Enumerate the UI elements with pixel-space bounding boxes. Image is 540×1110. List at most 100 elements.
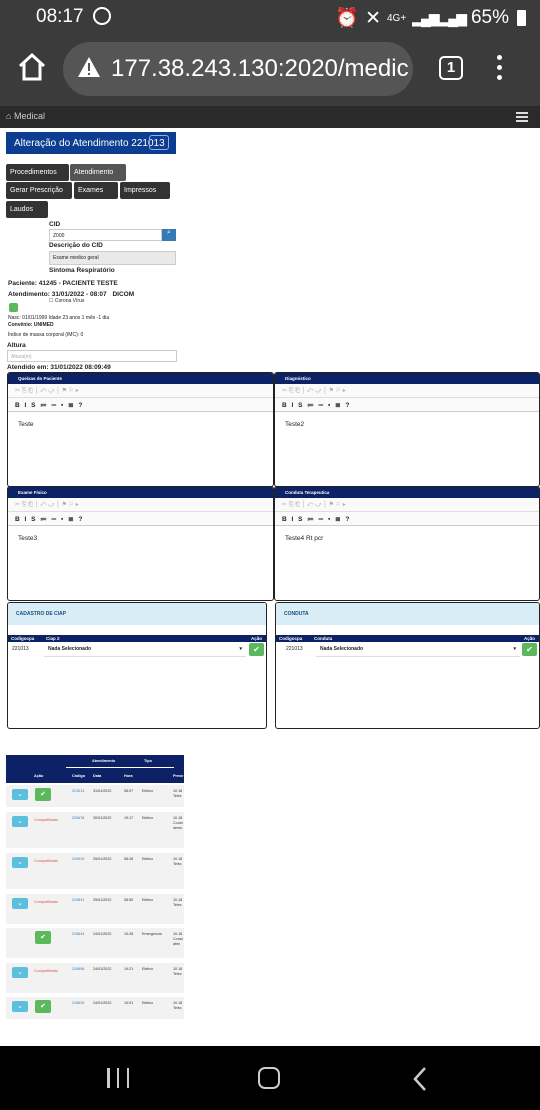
select-button[interactable]: ✔	[35, 931, 51, 944]
expand-button[interactable]: ⌄	[12, 857, 28, 868]
ciap-col-acao: Ação	[250, 636, 262, 641]
exames-button[interactable]: Exames	[74, 182, 118, 199]
gerar-prescricao-button[interactable]: Gerar Prescrição	[6, 182, 72, 199]
table-row: ⌄ Compartilhado 219841 25/01/2022 08:50 Eleti…	[6, 894, 184, 924]
ciap-section-title: CADASTRO DE CIAP	[8, 603, 266, 625]
row-code[interactable]: 219919	[72, 857, 84, 861]
row-tipo: Eletivo	[142, 898, 154, 902]
dropdown-icon: ▾	[513, 646, 516, 652]
altura-label: Altura	[7, 342, 26, 349]
page-title-bar: Alteração do Atendimento 221013	[6, 132, 176, 154]
row-desc: 10.18 Telec	[173, 967, 183, 976]
sintoma-option-label: Corona Vírus	[54, 298, 85, 304]
ciap-panel: CADASTRO DE CIAP Codigocpa Ciap 2 Ação 2…	[7, 602, 267, 729]
editor-toolbar-top[interactable]: ✂ ⎘ ⎗ │ ⤺ ⤻ │ ⚑ ⚐ ▸	[8, 498, 273, 512]
editor-format-toolbar[interactable]: B I S ≔ ═ ▪ ≣ ?	[275, 398, 539, 412]
editor-format-toolbar[interactable]: B I S ≔ ═ ▪ ≣ ?	[8, 512, 273, 526]
ciap-row: 221013 Nada Selecionado ▾ ✔	[8, 642, 266, 658]
home-nav-icon[interactable]	[258, 1067, 280, 1089]
tab-procedimentos[interactable]: Procedimentos	[6, 164, 69, 181]
status-bar: 08:17 ⏰ ✕ 4G+ ▂▄▆ ▂▄▆ 65%	[0, 0, 540, 34]
expand-button[interactable]: ⌄	[12, 789, 28, 800]
recents-icon[interactable]	[107, 1068, 129, 1088]
row-code[interactable]: 219841	[72, 898, 84, 902]
row-code[interactable]: 219644	[72, 932, 84, 936]
editor-toolbar-top[interactable]: ✂ ⎘ ⎗ │ ⤺ ⤻ │ ⚑ ⚐ ▸	[275, 498, 539, 512]
editor-title: Queixas do Paciente	[8, 373, 273, 384]
app-navbar: ⌂ Medical	[0, 106, 540, 128]
status-label: Compartilhado	[34, 818, 58, 822]
row-code[interactable]: 220678	[72, 816, 84, 820]
editor-toolbar-top[interactable]: ✂ ⎘ ⎗ │ ⤺ ⤻ │ ⚑ ⚐ ▸	[275, 384, 539, 398]
table-row: ⌄ ✔ 221013 31/01/2022 08:07 Eletivo 10.18 Tele…	[6, 785, 184, 807]
ciap-save-button[interactable]: ✔	[249, 643, 264, 656]
impressos-button[interactable]: Impressos	[120, 182, 170, 199]
status-label: Compartilhado	[34, 969, 58, 973]
row-tipo: Emergencia	[142, 932, 162, 936]
editor-text[interactable]: Teste3	[8, 526, 273, 551]
hamburger-icon[interactable]	[516, 112, 528, 124]
editor-queixas: Queixas do Paciente ✂ ⎘ ⎗ │ ⤺ ⤻ │ ⚑ ⚐ ▸ …	[7, 372, 274, 487]
editor-toolbar-top[interactable]: ✂ ⎘ ⎗ │ ⤺ ⤻ │ ⚑ ⚐ ▸	[8, 384, 273, 398]
atendimento-value: 31/01/2022 - 08:07	[51, 291, 107, 298]
expand-button[interactable]: ⌄	[12, 816, 28, 827]
menu-toggle-button[interactable]	[149, 135, 169, 150]
convenio-info: Convênio: UNIMED	[8, 322, 54, 328]
brand[interactable]: Medical	[14, 111, 45, 121]
expand-button[interactable]: ⌄	[12, 967, 28, 978]
row-date: 24/01/2022	[93, 932, 112, 936]
row-desc: 10.18 Telec	[173, 789, 183, 798]
row-time: 10:28	[124, 932, 134, 936]
expand-button[interactable]: ⌄	[12, 1001, 28, 1012]
android-nav-bar	[0, 1046, 540, 1110]
row-desc: 10.18 Const aten	[173, 932, 183, 946]
expand-button[interactable]: ⌄	[12, 898, 28, 909]
sintoma-label: Sintoma Respiratório	[49, 267, 115, 274]
editor-text[interactable]: Teste2	[275, 412, 539, 437]
row-code[interactable]: 219698	[72, 967, 84, 971]
whatsapp-share-icon[interactable]	[9, 303, 18, 312]
editor-text[interactable]: Teste	[8, 412, 273, 437]
row-tipo: Eletivo	[142, 857, 154, 861]
table-row: ⌄ Compartilhado 219698 24/01/2022 19:21 Eleti…	[6, 963, 184, 993]
table-row: ⌄ Compartilhado 219919 25/01/2022 08:28 Eleti…	[6, 853, 184, 889]
cid-input[interactable]: Z000	[49, 229, 162, 241]
table-row: ✔ 219644 24/01/2022 10:28 Emergencia 10.18 Co…	[6, 928, 184, 958]
altura-input[interactable]: Altura(m)	[7, 350, 177, 362]
whatsapp-icon	[93, 7, 111, 25]
editor-text[interactable]: Teste4 Rt pcr	[275, 526, 539, 551]
menu-icon[interactable]	[497, 55, 505, 85]
home-small-icon[interactable]: ⌂	[6, 111, 11, 121]
editor-format-toolbar[interactable]: B I S ≔ ═ ▪ ≣ ?	[275, 512, 539, 526]
conduta-select[interactable]: Nada Selecionado ▾	[316, 642, 520, 657]
conduta-row: 221013 Nada Selecionado ▾ ✔	[276, 642, 539, 658]
row-tipo: Eletivo	[142, 816, 154, 820]
row-code[interactable]: 219625	[72, 1001, 84, 1005]
select-button[interactable]: ✔	[35, 1000, 51, 1013]
header-data: Data	[93, 774, 102, 778]
cid-label: CID	[49, 221, 61, 228]
conduta-section-title: CONDUTA	[276, 603, 539, 625]
conduta-col-conduta: Conduta	[314, 636, 333, 641]
conduta-select-value: Nada Selecionado	[320, 646, 364, 652]
editor-format-toolbar[interactable]: B I S ≔ ═ ▪ ≣ ?	[8, 398, 273, 412]
back-icon[interactable]	[410, 1066, 430, 1092]
cid-search-button[interactable]: ⌕	[162, 229, 176, 241]
atendido-em: Atendido em: 31/01/2022 08:09:49	[7, 364, 111, 371]
ciap-col-code: Codigocpa	[11, 636, 35, 641]
row-code[interactable]: 221013	[72, 789, 84, 793]
tab-switcher-button[interactable]: 1	[439, 56, 463, 80]
conduta-save-button[interactable]: ✔	[522, 643, 537, 656]
dicom-link[interactable]: DICOM	[112, 291, 134, 298]
sintoma-option[interactable]: ☐ Corona Vírus	[49, 298, 84, 304]
paciente-line: Paciente: 41245 - PACIENTE TESTE	[8, 280, 118, 287]
select-button[interactable]: ✔	[35, 788, 51, 801]
laudos-button[interactable]: Laudos	[6, 201, 48, 218]
tab-atendimento[interactable]: Atendimento	[70, 164, 126, 181]
header-prese: Prese	[173, 774, 184, 778]
ciap-select[interactable]: Nada Selecionado ▾	[44, 642, 246, 657]
row-desc: 10.18 Const demo	[173, 816, 183, 830]
warning-icon[interactable]	[77, 56, 101, 78]
home-icon[interactable]	[17, 52, 47, 82]
url-field[interactable]: 177.38.243.130:2020/medic	[63, 42, 413, 96]
